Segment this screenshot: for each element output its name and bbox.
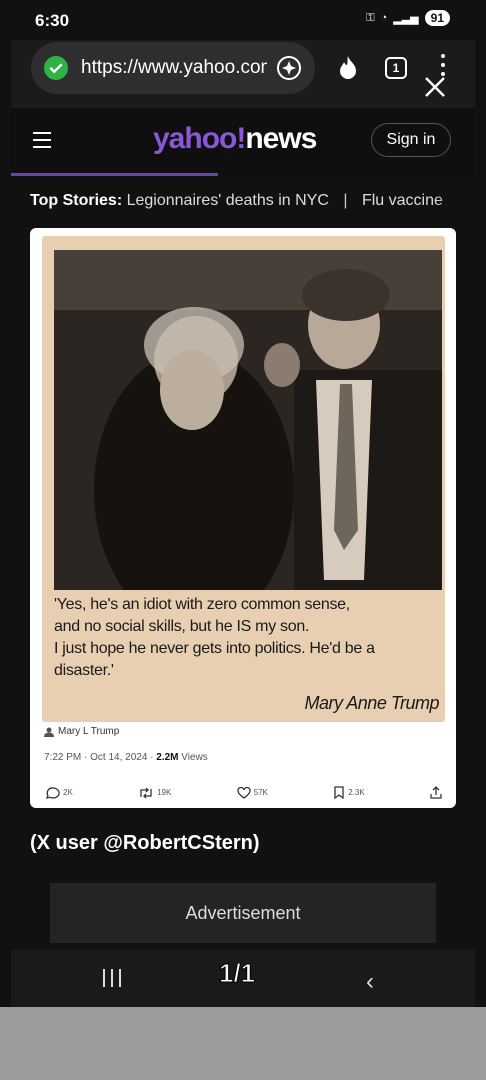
image-counter: 1/1 [218, 958, 256, 989]
status-icons: ⚿ ◔ ▂▃▅ 91 [366, 10, 450, 26]
sign-in-button[interactable]: Sign in [371, 123, 451, 157]
tweet-meta: 7:22 PM · Oct 14, 2024 · 2.2M Views [44, 752, 208, 763]
tweet-actions: 2K 19K 57K 2.3K [46, 786, 442, 799]
share-icon [430, 786, 442, 799]
signal-icon: ▂▃▅ [393, 12, 419, 25]
battery-indicator: 91 [424, 10, 450, 26]
reply-button[interactable]: 2K [46, 786, 73, 799]
flame-icon[interactable] [337, 55, 359, 81]
heart-icon [237, 786, 251, 799]
yahoo-header: yahoo!news Sign in [11, 108, 475, 178]
address-bar[interactable]: https://www.yahoo.com [31, 42, 315, 94]
system-nav-bar: 1/1 ‹ [11, 950, 475, 1007]
secure-shield-icon[interactable] [44, 56, 68, 80]
assistant-icon[interactable] [275, 54, 303, 82]
url-text[interactable]: https://www.yahoo.com [81, 57, 267, 79]
key-icon: ⚿ [366, 11, 375, 24]
yahoo-news-logo[interactable]: yahoo!news [153, 122, 317, 156]
bookmark-button[interactable]: 2.3K [333, 786, 365, 799]
status-time: 6:30 [35, 11, 70, 30]
top-stories-ticker: Top Stories: Legionnaires' deaths in NYC… [11, 178, 475, 224]
section-indicator [11, 173, 218, 176]
status-bar: 6:30 ⚿ ◔ ▂▃▅ 91 [0, 0, 486, 40]
story-link[interactable]: Legionnaires' deaths in NYC [127, 192, 329, 209]
tweet-author[interactable]: Mary L Trump [44, 726, 119, 737]
tweet-embed[interactable]: 'Yes, he's an idiot with zero common sen… [30, 228, 456, 808]
hamburger-menu-icon[interactable] [33, 132, 51, 153]
author-name: Mary L Trump [58, 726, 120, 737]
bookmark-icon [334, 786, 344, 799]
wifi-icon: ◔ [380, 12, 388, 24]
close-icon[interactable] [424, 76, 446, 98]
repost-icon [140, 787, 152, 798]
repost-button[interactable]: 19K [138, 787, 171, 799]
like-button[interactable]: 57K [237, 786, 268, 799]
story-link[interactable]: Flu vaccine [362, 192, 443, 209]
quote-text: 'Yes, he's an idiot with zero common sen… [54, 596, 375, 679]
phone-screen: 6:30 ⚿ ◔ ▂▃▅ 91 https://www.yahoo.com 1 [0, 0, 486, 1007]
share-button[interactable] [430, 786, 442, 799]
ticker-fade [435, 178, 475, 224]
top-stories-label: Top Stories: [30, 192, 123, 209]
reply-icon [46, 786, 60, 799]
user-icon [44, 727, 54, 737]
browser-toolbar: https://www.yahoo.com 1 [11, 40, 475, 108]
photo [54, 250, 442, 590]
tab-switcher-button[interactable]: 1 [385, 57, 407, 79]
advertisement-slot: Advertisement [50, 883, 436, 943]
divider: | [343, 192, 348, 209]
back-icon[interactable]: ‹ [366, 968, 374, 996]
newspaper-clipping: 'Yes, he's an idiot with zero common sen… [42, 236, 445, 722]
image-caption: (X user @RobertCStern) [30, 832, 260, 854]
quote-attribution: Mary Anne Trump [304, 693, 439, 713]
recents-icon[interactable] [103, 969, 121, 987]
